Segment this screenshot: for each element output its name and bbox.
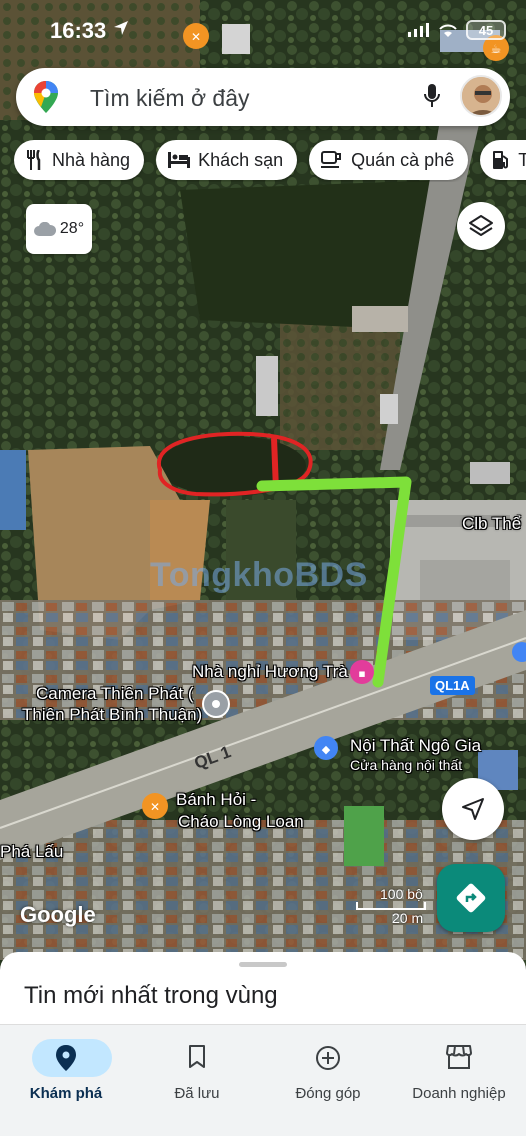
hotel-icon — [168, 152, 191, 168]
watermark: TongkhoBDS — [150, 556, 368, 594]
place-label-banh-hoi-line2[interactable]: Cháo Lòng Loan — [178, 812, 304, 832]
google-maps-pin-icon — [34, 81, 58, 113]
place-label-noi-that-category: Cửa hàng nội thất — [350, 757, 463, 773]
cloud-icon — [33, 222, 56, 236]
bottom-navigation: Khám phá Đã lưu Đóng góp Doanh nghiệp — [0, 1024, 526, 1136]
svg-text:▪: ▪ — [358, 667, 365, 680]
chip-label: Nhà hàng — [52, 149, 131, 170]
search-input[interactable]: Tìm kiếm ở đây — [90, 85, 250, 112]
nav-contribute[interactable]: Đóng góp — [268, 1033, 388, 1113]
weather-temp: 28° — [59, 220, 85, 237]
restaurant-icon — [27, 150, 41, 170]
nav-label-explore: Khám phá — [29, 1085, 103, 1102]
battery-indicator: 45 — [466, 20, 506, 40]
place-label-banh-hoi-line1[interactable]: Bánh Hỏi - — [176, 790, 256, 810]
microphone-icon[interactable] — [422, 82, 442, 110]
status-icons: 45 — [408, 20, 506, 40]
search-bar[interactable]: Tìm kiếm ở đây — [16, 68, 510, 126]
place-label-noi-that[interactable]: Nội Thất Ngô Gia — [350, 736, 481, 756]
svg-text:◆: ◆ — [322, 743, 331, 756]
sheet-title: Tin mới nhất trong vùng — [24, 982, 278, 1009]
storefront-icon — [446, 1045, 472, 1069]
directions-button[interactable] — [437, 864, 505, 932]
status-time: 16:33 — [50, 18, 107, 43]
scale-top: 100 bộ — [380, 886, 423, 902]
directions-icon — [456, 883, 486, 913]
place-label-camera-line1[interactable]: Camera Thiên Phát ( — [36, 684, 193, 704]
chip-hotels[interactable]: Khách sạn — [156, 140, 298, 180]
google-logo: Google — [20, 902, 96, 927]
road-shield-ql1a: QL1A — [430, 676, 475, 695]
add-circle-icon — [316, 1046, 340, 1070]
location-arrow-icon — [114, 21, 128, 35]
nav-business[interactable]: Doanh nghiệp — [399, 1033, 519, 1113]
layers-icon — [469, 215, 493, 236]
place-label-clb[interactable]: Clb Thể — [462, 514, 521, 534]
navigation-arrow-icon — [462, 798, 484, 820]
bottom-sheet[interactable]: Tin mới nhất trong vùng — [0, 952, 526, 1028]
map-scale: 100 bộ 20 m — [356, 886, 426, 926]
bookmark-icon — [189, 1045, 205, 1068]
chip-gas-stations[interactable]: Tr — [480, 140, 526, 180]
weather-badge[interactable]: 28° — [26, 204, 92, 254]
category-chips: Nhà hàng Khách sạn Quán cà phê Tr — [14, 140, 526, 182]
place-label-nha-nghi[interactable]: Nhà nghỉ Hương Trà — [192, 662, 348, 682]
cafe-icon — [321, 151, 342, 168]
layers-button[interactable] — [457, 202, 505, 250]
explore-pin-icon — [56, 1045, 76, 1071]
wifi-icon — [439, 24, 457, 37]
nav-label-contribute: Đóng góp — [295, 1085, 361, 1102]
signal-icon — [408, 23, 429, 37]
svg-text:✕: ✕ — [150, 800, 160, 814]
battery-level: 45 — [478, 22, 494, 38]
avatar[interactable] — [460, 75, 502, 117]
nav-label-business: Doanh nghiệp — [412, 1085, 506, 1102]
nav-label-saved: Đã lưu — [174, 1085, 220, 1102]
chip-label: Khách sạn — [198, 149, 284, 170]
scale-bar — [356, 902, 426, 910]
nav-explore[interactable]: Khám phá — [6, 1033, 126, 1113]
nav-saved[interactable]: Đã lưu — [137, 1033, 257, 1113]
chip-label: Tr — [518, 149, 526, 170]
place-label-pha-lau[interactable]: Phá Lấu — [0, 842, 63, 862]
place-label-camera-line2[interactable]: Thiên Phát Bình Thuận) — [22, 705, 202, 725]
chip-restaurants[interactable]: Nhà hàng — [14, 140, 145, 180]
chip-label: Quán cà phê — [351, 149, 455, 170]
status-bar: 16:33 45 — [0, 0, 526, 60]
scale-bottom: 20 m — [392, 910, 424, 926]
sheet-drag-handle[interactable] — [239, 962, 287, 967]
gas-station-icon — [493, 151, 509, 169]
chip-cafes[interactable]: Quán cà phê — [309, 140, 469, 180]
my-location-button[interactable] — [442, 778, 504, 840]
